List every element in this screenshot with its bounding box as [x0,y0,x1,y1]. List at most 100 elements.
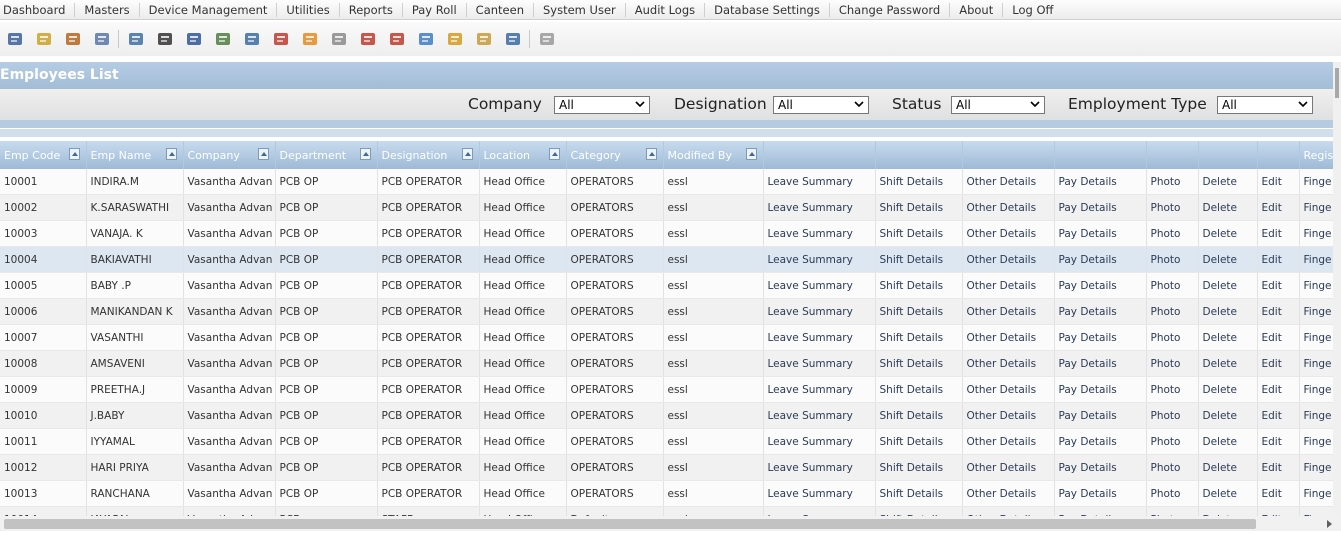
leave-summary-link[interactable]: Leave Summary [763,480,876,507]
edit-link[interactable]: Edit [1257,402,1300,429]
other-details-link[interactable]: Other Details [962,506,1055,516]
leave-summary-link[interactable]: Leave Summary [763,220,876,247]
shift-details-link[interactable]: Shift Details [875,454,963,481]
pay-details-link[interactable]: Pay Details [1054,298,1147,325]
id-card-icon[interactable] [212,28,234,50]
delete-link[interactable]: Delete [1198,428,1258,455]
wand-icon[interactable] [536,28,558,50]
delete-link[interactable]: Delete [1198,376,1258,403]
shift-details-link[interactable]: Shift Details [875,169,963,195]
table-row[interactable]: 10001 INDIRA.M Vasantha Advan PCB OP PCB OPE… [0,169,1333,195]
sort-icon[interactable] [165,148,177,160]
shift-details-link[interactable]: Shift Details [875,402,963,429]
edit-link[interactable]: Edit [1257,480,1300,507]
sort-icon[interactable] [359,148,371,160]
fingerprint-link[interactable]: Finge [1299,220,1333,247]
shift-details-link[interactable]: Shift Details [875,298,963,325]
photo-link[interactable]: Photo [1146,402,1199,429]
edit-link[interactable]: Edit [1257,376,1300,403]
table-row[interactable]: 10014JAYAPALVasantha AdvanPCBSTAFFHead O… [0,506,1333,516]
edit-link[interactable]: Edit [1257,220,1300,247]
shift-details-link[interactable]: Shift Details [875,220,963,247]
other-details-link[interactable]: Other Details [962,376,1055,403]
table-row[interactable]: 10011 IYYAMAL Vasantha Advan PCB OP PCB OPER… [0,428,1333,455]
column-header-designation[interactable]: Designation [377,141,480,169]
delete-link[interactable]: Delete [1198,298,1258,325]
other-details-link[interactable]: Other Details [962,428,1055,455]
disc-icon[interactable] [328,28,350,50]
pay-details-link[interactable]: Pay Details [1054,506,1147,516]
photo-link[interactable]: Photo [1146,220,1199,247]
company-filter-select[interactable]: All [554,96,650,114]
logout-door-icon[interactable] [62,28,84,50]
table-row[interactable]: 10012 HARI PRIYA Vasantha Advan PCB OP PCB O… [0,454,1333,481]
leave-summary-link[interactable]: Leave Summary [763,272,876,299]
menu-item-log-off[interactable]: Log Off [1012,3,1062,17]
fingerprint-link[interactable]: Finge [1299,402,1333,429]
other-details-link[interactable]: Other Details [962,272,1055,299]
other-details-link[interactable]: Other Details [962,454,1055,481]
photo-link[interactable]: Photo [1146,194,1199,221]
table-row[interactable]: 10010 J.BABY Vasantha Advan PCB OP PCB OPERA… [0,402,1333,429]
other-details-link[interactable]: Other Details [962,350,1055,377]
shift-details-link[interactable]: Shift Details [875,480,963,507]
pencil-icon[interactable] [357,28,379,50]
clipboard-check-icon[interactable] [270,28,292,50]
shift-details-link[interactable]: Shift Details [875,272,963,299]
menu-item-device-management[interactable]: Device Management [149,2,278,17]
monitor-icon[interactable] [91,28,113,50]
leave-summary-link[interactable]: Leave Summary [763,169,876,195]
photo-link[interactable]: Photo [1146,506,1199,516]
horizontal-scrollbar-thumb[interactable] [4,519,1256,529]
table-row[interactable]: 10007 VASANTHI Vasantha Advan PCB OP PCB OPE… [0,324,1333,351]
table-row[interactable]: 10004 BAKIAVATHI Vasantha Advan PCB OP PCB O… [0,246,1333,273]
fingerprint-link[interactable]: Finge [1299,454,1333,481]
other-details-link[interactable]: Other Details [962,324,1055,351]
shift-details-link[interactable]: Shift Details [875,506,963,516]
other-details-link[interactable]: Other Details [962,402,1055,429]
delete-link[interactable]: Delete [1198,169,1258,195]
leave-summary-link[interactable]: Leave Summary [763,506,876,516]
book-icon[interactable] [183,28,205,50]
table-row[interactable]: 10002 K.SARASWATHI Vasantha Advan PCB OP PCB… [0,194,1333,221]
shift-details-link[interactable]: Shift Details [875,194,963,221]
edit-link[interactable]: Edit [1257,246,1300,273]
column-header-emp-name[interactable]: Emp Name [86,141,184,169]
photo-link[interactable]: Photo [1146,298,1199,325]
vertical-scrollbar-thumb[interactable] [1335,68,1339,98]
leave-summary-link[interactable]: Leave Summary [763,402,876,429]
pay-details-link[interactable]: Pay Details [1054,350,1147,377]
leave-summary-link[interactable]: Leave Summary [763,194,876,221]
pay-details-link[interactable]: Pay Details [1054,220,1147,247]
photo-link[interactable]: Photo [1146,272,1199,299]
other-details-link[interactable]: Other Details [962,480,1055,507]
pay-details-link[interactable]: Pay Details [1054,376,1147,403]
delete-link[interactable]: Delete [1198,506,1258,516]
pay-details-link[interactable]: Pay Details [1054,272,1147,299]
delete-link[interactable]: Delete [1198,194,1258,221]
other-details-link[interactable]: Other Details [962,298,1055,325]
column-header-emp-code[interactable]: Emp Code [0,141,87,169]
table-row[interactable]: 10008 AMSAVENI Vasantha Advan PCB OP PCB OPE… [0,350,1333,377]
network-icon[interactable] [154,28,176,50]
sort-icon[interactable] [745,148,757,160]
menu-item-reports[interactable]: Reports [349,2,403,17]
edit-link[interactable]: Edit [1257,194,1300,221]
delete-link[interactable]: Delete [1198,272,1258,299]
leave-summary-link[interactable]: Leave Summary [763,428,876,455]
pay-details-link[interactable]: Pay Details [1054,454,1147,481]
edit-link[interactable]: Edit [1257,169,1300,195]
coins-icon[interactable] [473,28,495,50]
fingerprint-link[interactable]: Finge [1299,428,1333,455]
tools-icon[interactable] [386,28,408,50]
shift-details-link[interactable]: Shift Details [875,428,963,455]
group-icon[interactable] [444,28,466,50]
leave-summary-link[interactable]: Leave Summary [763,246,876,273]
fingerprint-link[interactable]: Finge [1299,350,1333,377]
photo-link[interactable]: Photo [1146,428,1199,455]
delete-link[interactable]: Delete [1198,454,1258,481]
menu-item-system-user[interactable]: System User [543,2,626,17]
photo-link[interactable]: Photo [1146,350,1199,377]
pay-details-link[interactable]: Pay Details [1054,169,1147,195]
fingerprint-link[interactable]: Finge [1299,194,1333,221]
